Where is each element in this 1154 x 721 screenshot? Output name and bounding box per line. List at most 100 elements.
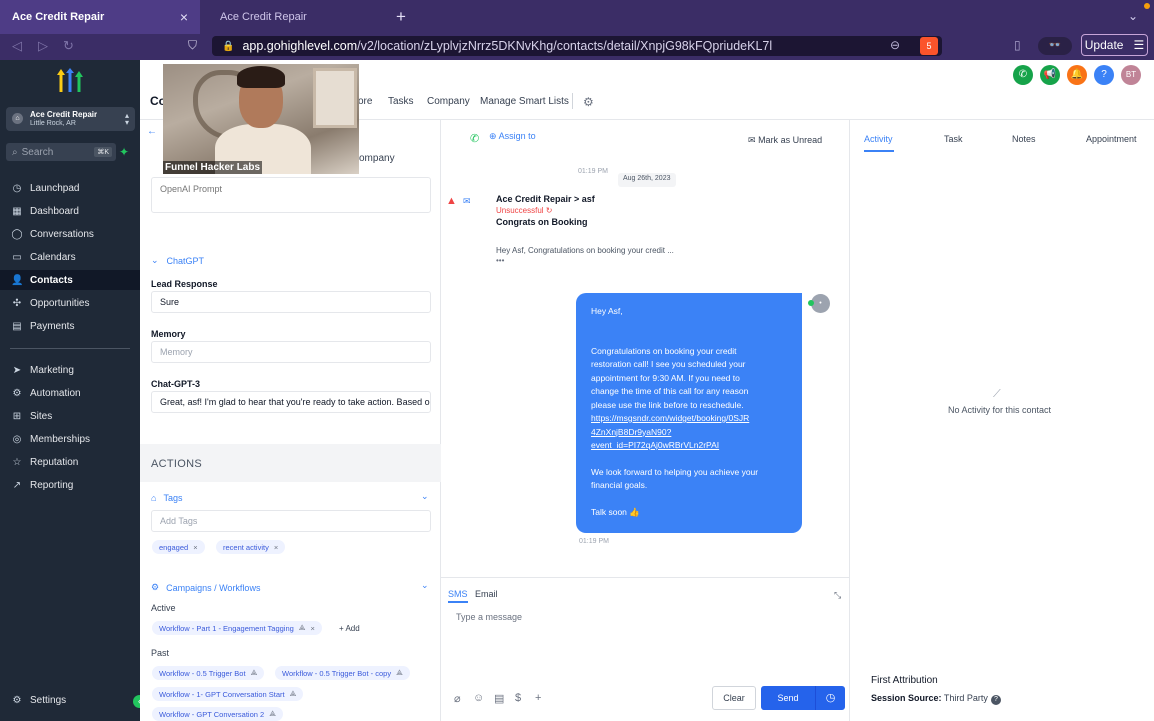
- tab-tasks[interactable]: Tasks: [388, 96, 414, 107]
- chevron-down-icon[interactable]: ⌄: [421, 580, 429, 591]
- avatar[interactable]: BT: [1121, 65, 1141, 85]
- past-label: Past: [151, 648, 170, 658]
- help-icon[interactable]: ?: [1094, 65, 1114, 85]
- app-logo: [57, 68, 83, 92]
- remove-tag-icon[interactable]: ×: [274, 543, 278, 552]
- emoji-icon[interactable]: ☺: [473, 692, 484, 704]
- bell-icon[interactable]: 🔔: [1067, 65, 1087, 85]
- close-tab-icon[interactable]: ×: [180, 9, 188, 25]
- workflow-chip[interactable]: Workflow - GPT Conversation 2 ⟁: [152, 707, 283, 721]
- sidebar-toggle-icon[interactable]: ▯: [1014, 38, 1021, 52]
- tab-manage-smart-lists[interactable]: Manage Smart Lists: [480, 96, 569, 107]
- message-line: Hey Asf,: [591, 306, 623, 316]
- add-workflow-button[interactable]: + Add: [339, 624, 360, 633]
- sidebar-search[interactable]: ⌕ Search ⌘K: [6, 143, 116, 161]
- sidebar-item-payments[interactable]: ▤ Payments: [0, 316, 140, 336]
- new-tab-icon[interactable]: +: [396, 8, 406, 25]
- bookmark-icon[interactable]: ⛉: [188, 38, 197, 53]
- booking-link[interactable]: 4ZnXnjB8Dr9yaN90?: [591, 426, 787, 440]
- sidebar-item-opportunities[interactable]: ✣ Opportunities: [0, 293, 140, 313]
- openai-prompt-field[interactable]: [151, 177, 431, 213]
- workflow-chip[interactable]: Workflow - 0.5 Trigger Bot ⟁: [152, 666, 265, 680]
- tab-appointment[interactable]: Appointment: [1086, 134, 1137, 144]
- phone-icon[interactable]: ✆: [1013, 65, 1033, 85]
- sidebar-item-settings[interactable]: ⚙ Settings: [0, 690, 140, 710]
- section-title: ChatGPT: [166, 255, 205, 266]
- sidebar-item-marketing[interactable]: ➤ Marketing: [0, 360, 140, 380]
- workflow-label: Workflow - 0.5 Trigger Bot: [159, 668, 246, 678]
- tab-task[interactable]: Task: [944, 134, 963, 144]
- memory-field[interactable]: Memory: [151, 341, 431, 363]
- browser-tab-active[interactable]: Ace Credit Repair ×: [0, 0, 200, 34]
- sidebar-item-label: Conversations: [30, 228, 94, 240]
- tab-sms[interactable]: SMS: [448, 589, 468, 599]
- send-button[interactable]: Send ◷: [761, 686, 845, 710]
- brave-shield-icon[interactable]: 5: [920, 37, 938, 55]
- email-preview[interactable]: Hey Asf, Congratulations on booking your…: [496, 246, 674, 255]
- expand-email-button[interactable]: •••: [496, 256, 504, 265]
- sidebar-item-memberships[interactable]: ◎ Memberships: [0, 429, 140, 449]
- booking-link[interactable]: event_id=PI72qAj0wRBrVLn2rPAI: [591, 439, 787, 453]
- reload-icon[interactable]: ↻: [63, 38, 74, 54]
- tag-chip[interactable]: recent activity ×: [216, 540, 286, 554]
- sidebar-item-reputation[interactable]: ☆ Reputation: [0, 452, 140, 472]
- remove-workflow-icon[interactable]: ×: [311, 624, 315, 633]
- sidebar-item-sites[interactable]: ⊞ Sites: [0, 406, 140, 426]
- tags-section-toggle[interactable]: ⌂ Tags: [151, 493, 182, 503]
- workflow-chip[interactable]: Workflow - 1- GPT Conversation Start ⟁: [152, 687, 304, 701]
- assign-to-button[interactable]: ⊕ Assign to: [489, 131, 536, 142]
- sidebar-item-reporting[interactable]: ↗ Reporting: [0, 475, 140, 495]
- chatgpt-section-toggle[interactable]: ⌄ ChatGPT: [151, 255, 204, 266]
- tag-chip[interactable]: engaged ×: [152, 540, 205, 554]
- settings-gear-icon[interactable]: ⚙: [583, 95, 594, 109]
- tab-activity[interactable]: Activity: [864, 134, 893, 144]
- sidebar-item-conversations[interactable]: ◯ Conversations: [0, 224, 140, 244]
- booking-link[interactable]: https://msgsndr.com/widget/booking/0SJR: [591, 412, 787, 426]
- message-input[interactable]: [448, 606, 846, 678]
- update-button[interactable]: Update ☰: [1081, 34, 1148, 56]
- clear-button[interactable]: Clear: [712, 686, 756, 710]
- template-icon[interactable]: ▤: [494, 692, 504, 705]
- tab-score[interactable]: ore: [358, 96, 372, 107]
- chevron-down-icon[interactable]: ⌄: [421, 491, 429, 502]
- back-arrow-icon[interactable]: ←: [147, 126, 157, 137]
- sidebar-item-contacts[interactable]: 👤 Contacts: [0, 270, 140, 290]
- browser-tab[interactable]: Ace Credit Repair: [208, 0, 388, 34]
- url-field[interactable]: 🔒 app.gohighlevel.com/v2/location/zLyplv…: [212, 36, 942, 56]
- location-switcher[interactable]: ⌂ Ace Credit Repair Little Rock, AR ▴ ▾: [6, 107, 135, 131]
- back-icon[interactable]: ◁: [12, 38, 22, 54]
- tab-notes[interactable]: Notes: [1012, 134, 1036, 144]
- lead-response-field[interactable]: Sure: [151, 291, 431, 313]
- forward-icon[interactable]: ▷: [38, 38, 48, 54]
- megaphone-icon[interactable]: 📢: [1040, 65, 1060, 85]
- active-tab-indicator: [448, 601, 468, 603]
- zoom-icon[interactable]: ⊖: [890, 38, 900, 52]
- campaigns-section-toggle[interactable]: ⚙ Campaigns / Workflows: [151, 582, 260, 593]
- quick-add-icon[interactable]: ✦: [119, 145, 129, 159]
- expand-icon[interactable]: ⤡: [834, 590, 841, 601]
- workflow-chip[interactable]: Workflow - Part 1 - Engagement Tagging ⟁ ×: [152, 621, 322, 635]
- payment-icon[interactable]: $: [515, 692, 521, 704]
- workflow-icon: ⚙: [151, 582, 160, 592]
- tag-label: engaged: [159, 542, 189, 552]
- sidebar-item-automation[interactable]: ⚙ Automation: [0, 383, 140, 403]
- remove-tag-icon[interactable]: ×: [193, 543, 197, 552]
- plus-icon[interactable]: +: [535, 692, 541, 704]
- sidebar-item-launchpad[interactable]: ◷ Launchpad: [0, 178, 140, 198]
- email-status[interactable]: Unsuccessful ↻: [496, 206, 553, 215]
- call-icon[interactable]: ✆: [470, 132, 479, 145]
- chatgpt3-field[interactable]: Great, asf! I'm glad to hear that you're…: [151, 391, 431, 413]
- help-icon[interactable]: ?: [990, 695, 1001, 705]
- private-glasses-icon[interactable]: 👓: [1038, 37, 1072, 55]
- tab-list-chevron-icon[interactable]: ⌄: [1128, 9, 1138, 23]
- workflow-chip[interactable]: Workflow - 0.5 Trigger Bot - copy ⟁: [275, 666, 410, 680]
- attach-icon[interactable]: ⌀: [454, 692, 461, 705]
- tab-email[interactable]: Email: [475, 589, 498, 599]
- add-tags-field[interactable]: Add Tags: [151, 510, 431, 532]
- mark-as-unread-button[interactable]: ✉ Mark as Unread: [748, 135, 822, 146]
- sidebar-item-dashboard[interactable]: ▦ Dashboard: [0, 201, 140, 221]
- sidebar-item-calendars[interactable]: ▭ Calendars: [0, 247, 140, 267]
- schedule-clock-icon[interactable]: ◷: [815, 686, 845, 710]
- workflow-icon: ⟁: [269, 709, 276, 718]
- tab-company[interactable]: Company: [427, 96, 470, 107]
